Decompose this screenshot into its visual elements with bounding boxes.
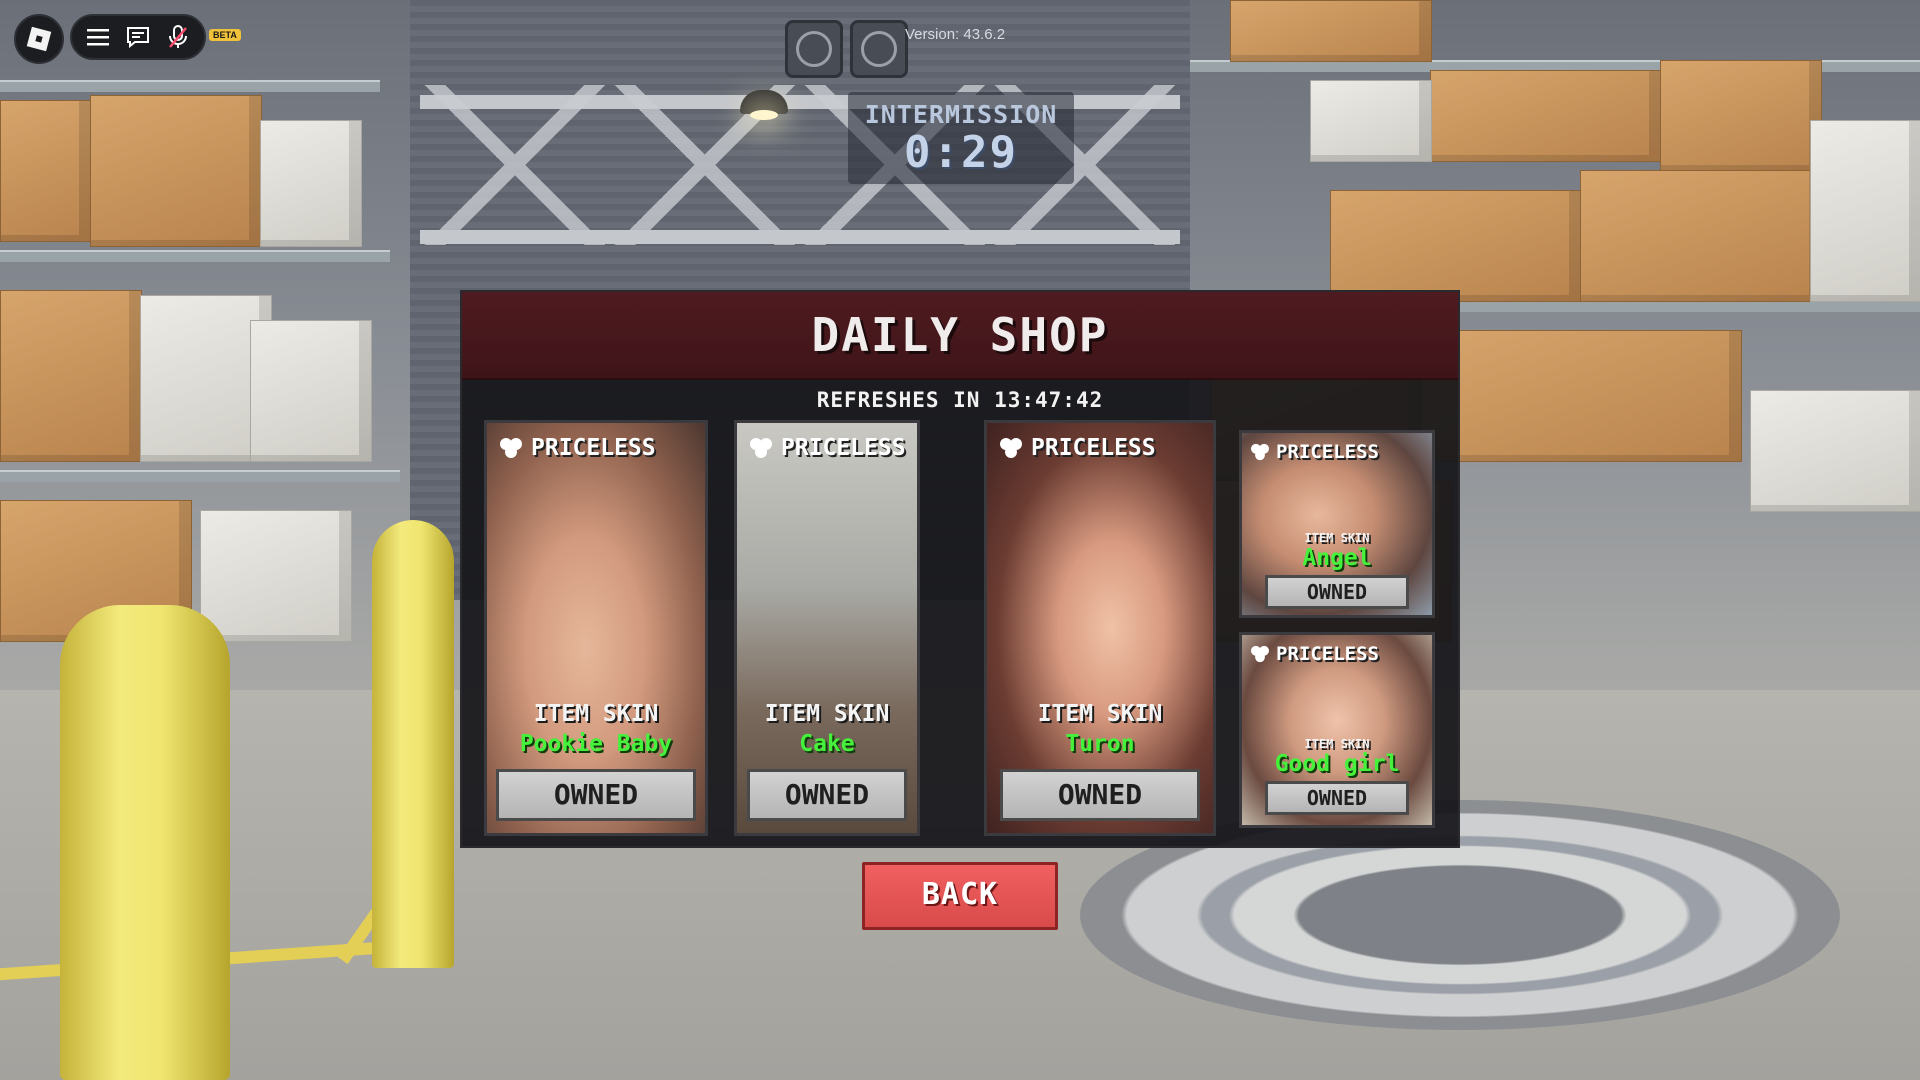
cardboard-box [1420, 330, 1742, 462]
gem-cluster-icon [1251, 645, 1269, 663]
topbar-menu [70, 14, 206, 60]
cardboard-box [1230, 0, 1432, 62]
item-name: Turon [1065, 731, 1135, 757]
shop-item-card[interactable]: PRICELESS ITEM SKIN Turon OWNED [984, 420, 1216, 836]
hamburger-menu-icon [87, 29, 109, 46]
chat-button[interactable] [121, 20, 155, 54]
price-label: PRICELESS [1276, 441, 1379, 463]
item-type-label: ITEM SKIN [533, 701, 659, 727]
shelf [0, 80, 380, 92]
gem-cluster-icon [1251, 443, 1269, 461]
owned-button[interactable]: OWNED [747, 769, 907, 821]
intermission-timer: 0:29 [904, 127, 1018, 178]
item-name: Good girl [1274, 751, 1400, 777]
item-type-label: ITEM SKIN [1304, 531, 1370, 545]
hamburger-menu-button[interactable] [81, 20, 115, 54]
shop-header: DAILY SHOP [462, 292, 1458, 380]
truss-beam [420, 230, 1180, 244]
price-tag: PRICELESS [749, 435, 906, 461]
shop-title: DAILY SHOP [811, 308, 1109, 362]
white-box [1310, 80, 1432, 162]
yellow-bollard [60, 605, 230, 1080]
gem-cluster-icon [1000, 438, 1022, 458]
microphone-button[interactable] [161, 20, 195, 54]
roblox-logo-icon [26, 26, 52, 52]
white-box [1750, 390, 1920, 512]
item-type-label: ITEM SKIN [764, 701, 890, 727]
cardboard-box [90, 95, 262, 247]
shelf [0, 470, 400, 482]
owned-button[interactable]: OWNED [1265, 781, 1409, 815]
gem-cluster-icon [750, 438, 772, 458]
shop-item-card[interactable]: PRICELESS ITEM SKIN Good girl OWNED [1239, 632, 1435, 828]
owned-button[interactable]: OWNED [1000, 769, 1200, 821]
shop-item-card[interactable]: PRICELESS ITEM SKIN Cake OWNED [734, 420, 920, 836]
white-box [250, 320, 372, 462]
item-name: Cake [799, 731, 855, 757]
item-type-label: ITEM SKIN [1037, 701, 1163, 727]
cardboard-box [1580, 170, 1822, 302]
cardboard-box [1430, 70, 1662, 162]
refresh-timer: REFRESHES IN 13:47:42 [816, 388, 1104, 412]
intermission-panel: INTERMISSION 0:29 [848, 92, 1074, 184]
microphone-icon [169, 25, 187, 48]
white-box [200, 510, 352, 642]
price-tag: PRICELESS [499, 435, 656, 461]
owned-button[interactable]: OWNED [496, 769, 696, 821]
shop-item-card[interactable]: PRICELESS ITEM SKIN Angel OWNED [1239, 430, 1435, 618]
shop-item-card[interactable]: PRICELESS ITEM SKIN Pookie Baby OWNED [484, 420, 708, 836]
beta-badge: BETA [209, 29, 241, 41]
owned-button[interactable]: OWNED [1265, 575, 1409, 609]
cardboard-box [1660, 60, 1822, 172]
wall-fan [785, 20, 843, 78]
back-button[interactable]: BACK [862, 862, 1058, 930]
white-box [260, 120, 362, 247]
chat-icon [127, 27, 149, 48]
gem-cluster-icon [500, 438, 522, 458]
cardboard-box [0, 290, 142, 462]
white-box [1810, 120, 1920, 302]
wall-fan [850, 20, 908, 78]
left-rack [0, 0, 400, 690]
roblox-logo-button[interactable] [14, 14, 64, 64]
version-label: Version: 43.6.2 [905, 26, 1006, 43]
shelf [0, 250, 390, 262]
yellow-bollard [372, 520, 454, 968]
price-label: PRICELESS [1276, 643, 1379, 665]
price-tag: PRICELESS [1250, 643, 1379, 665]
price-tag: PRICELESS [1250, 441, 1379, 463]
item-name: Pookie Baby [519, 731, 673, 757]
item-type-label: ITEM SKIN [1304, 737, 1370, 751]
intermission-label: INTERMISSION [864, 100, 1058, 129]
daily-shop-modal: DAILY SHOP REFRESHES IN 13:47:42 PRICELE… [460, 290, 1460, 848]
cardboard-box [0, 100, 92, 242]
price-label: PRICELESS [531, 435, 656, 461]
item-name: Angel [1302, 545, 1372, 571]
price-label: PRICELESS [1031, 435, 1156, 461]
price-tag: PRICELESS [999, 435, 1156, 461]
cardboard-box [1330, 190, 1582, 302]
price-label: PRICELESS [781, 435, 906, 461]
